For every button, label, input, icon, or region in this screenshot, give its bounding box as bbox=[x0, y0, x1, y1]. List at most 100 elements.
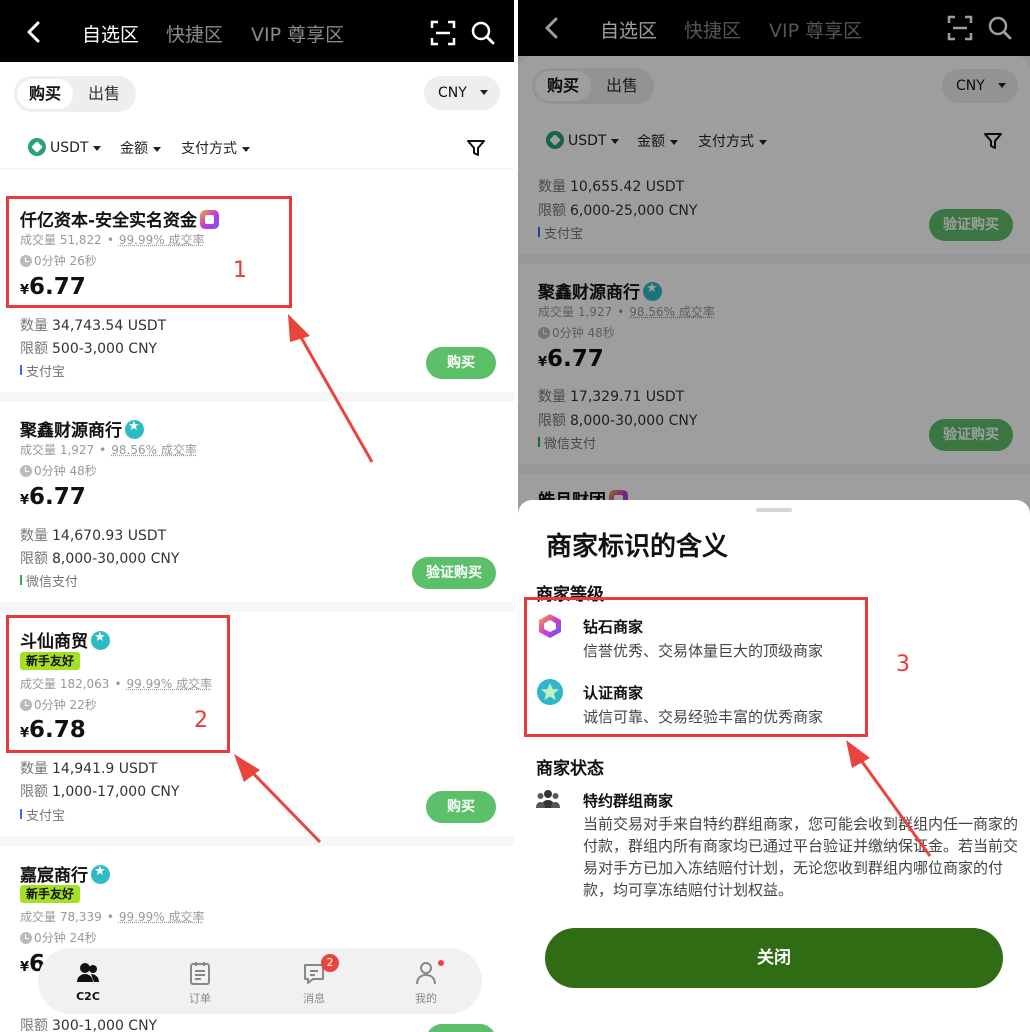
verify-buy-button[interactable]: 验证购买 bbox=[412, 557, 496, 589]
payment-filter-label: 支付方式 bbox=[181, 141, 237, 157]
annotation-box-3 bbox=[524, 597, 868, 737]
certified-merchant-icon bbox=[125, 419, 144, 439]
order-list-icon bbox=[190, 962, 210, 985]
payment-method: 微信支付 bbox=[20, 571, 78, 590]
group-merchant-name: 特约群组商家 bbox=[583, 792, 674, 810]
tab-c2c[interactable]: C2C bbox=[48, 948, 128, 1014]
price-value: 6.77 bbox=[29, 484, 86, 510]
merchant-stats: 成交量 78,339 • 99.99% 成交率 bbox=[20, 910, 205, 924]
sheet-title: 商家标识的含义 bbox=[546, 532, 729, 562]
currency-symbol: ¥ bbox=[20, 960, 30, 975]
buy-button[interactable]: 购买 bbox=[426, 347, 496, 379]
annotation-number-3: 3 bbox=[896, 652, 910, 677]
divider bbox=[0, 836, 514, 846]
tab-favorites[interactable]: 自选区 bbox=[82, 20, 139, 47]
quantity-value: 34,743.54 USDT bbox=[52, 318, 167, 334]
price: ¥6.77 bbox=[20, 484, 86, 510]
tab-messages[interactable]: 2 消息 bbox=[274, 948, 354, 1014]
buy-tab[interactable]: 购买 bbox=[17, 79, 73, 109]
drag-handle[interactable] bbox=[756, 508, 792, 512]
limit-label: 限额 bbox=[20, 1018, 48, 1032]
tab-quick[interactable]: 快捷区 bbox=[166, 20, 223, 47]
currency-symbol: ¥ bbox=[20, 493, 30, 508]
tab-label: 消息 bbox=[303, 992, 325, 1005]
chevron-down-icon bbox=[480, 90, 488, 95]
buy-sell-toggle: 购买 出售 bbox=[14, 76, 136, 112]
users-icon bbox=[77, 963, 99, 982]
limit-row: 限额 1,000-17,000 CNY bbox=[20, 781, 179, 801]
limit-value: 300-1,000 CNY bbox=[52, 1018, 158, 1032]
quantity-label: 数量 bbox=[20, 528, 48, 544]
release-time: 0分钟 48秒 bbox=[20, 462, 97, 479]
buy-button[interactable] bbox=[426, 1024, 496, 1032]
buy-button[interactable]: 购买 bbox=[426, 791, 496, 823]
merchant-name[interactable]: 聚鑫财源商行 bbox=[20, 416, 144, 441]
notification-dot bbox=[438, 960, 444, 966]
limit-label: 限额 bbox=[20, 551, 48, 567]
left-screen: 自选区 快捷区 VIP 尊享区 购买 出售 CNY USDT 金额 支付方式 仟… bbox=[0, 0, 514, 1032]
close-button[interactable]: 关闭 bbox=[545, 928, 1003, 988]
search-icon[interactable] bbox=[470, 20, 496, 46]
filter-funnel-icon[interactable] bbox=[466, 138, 486, 158]
annotation-number-1: 1 bbox=[233, 258, 247, 283]
currency-select[interactable]: CNY bbox=[424, 76, 500, 110]
merchant-name-text: 嘉宸商行 bbox=[20, 866, 88, 886]
currency-label: CNY bbox=[438, 85, 467, 101]
payment-filter[interactable]: 支付方式 bbox=[181, 138, 250, 158]
merchant-badge-info-sheet: 商家标识的含义 商家等级 钻石商家 信誉优秀、交易体量巨大的顶级商家 认证商家 … bbox=[518, 500, 1030, 1032]
release-time-text: 0分钟 48秒 bbox=[34, 464, 97, 478]
quantity-row: 数量 14,670.93 USDT bbox=[20, 525, 166, 545]
amount-filter-label: 金额 bbox=[120, 141, 148, 157]
annotation-box-1 bbox=[6, 196, 292, 308]
limit-row: 限额 8,000-30,000 CNY bbox=[20, 548, 179, 568]
trade-count: 成交量 78,339 bbox=[20, 910, 102, 924]
limit-row: 限额 300-1,000 CNY bbox=[20, 1015, 157, 1032]
chevron-down-icon bbox=[153, 146, 161, 152]
quantity-value: 14,941.9 USDT bbox=[52, 761, 158, 777]
merchant-stats: 成交量 1,927 • 98.56% 成交率 bbox=[20, 443, 197, 457]
tab-label: C2C bbox=[76, 990, 100, 1003]
merchant-status-heading: 商家状态 bbox=[536, 759, 604, 779]
clock-icon bbox=[20, 465, 32, 477]
group-users-icon bbox=[536, 790, 560, 808]
divider bbox=[0, 168, 514, 170]
tab-profile[interactable]: 我的 bbox=[386, 948, 466, 1014]
limit-label: 限额 bbox=[20, 341, 48, 357]
quantity-label: 数量 bbox=[20, 761, 48, 777]
payment-method: 支付宝 bbox=[20, 361, 65, 380]
bottom-tab-bar: C2C 订单 2 消息 我的 bbox=[38, 948, 482, 1014]
quantity-value: 14,670.93 USDT bbox=[52, 528, 167, 544]
limit-label: 限额 bbox=[20, 784, 48, 800]
divider bbox=[0, 602, 514, 612]
quantity-label: 数量 bbox=[20, 318, 48, 334]
usdt-icon bbox=[28, 138, 46, 156]
user-icon bbox=[416, 962, 436, 985]
completion-rate: 98.56% 成交率 bbox=[111, 443, 197, 457]
right-screen: 自选区 快捷区 VIP 尊享区 购买 出售 CNY USDT 金额 支付方式 数… bbox=[518, 0, 1030, 1032]
clock-icon bbox=[20, 932, 32, 944]
unread-count-badge: 2 bbox=[321, 954, 339, 972]
trade-count: 成交量 1,927 bbox=[20, 443, 95, 457]
merchant-name[interactable]: 嘉宸商行 bbox=[20, 861, 110, 886]
chevron-down-icon bbox=[242, 146, 250, 152]
back-arrow-icon[interactable] bbox=[22, 18, 46, 46]
certified-merchant-icon bbox=[91, 864, 110, 884]
quantity-row: 数量 34,743.54 USDT bbox=[20, 315, 166, 335]
coin-filter[interactable]: USDT bbox=[28, 138, 102, 156]
merchant-name-text: 聚鑫财源商行 bbox=[20, 421, 122, 441]
release-time: 0分钟 24秒 bbox=[20, 929, 97, 946]
limit-value: 1,000-17,000 CNY bbox=[52, 784, 180, 800]
divider bbox=[0, 392, 514, 402]
release-time-text: 0分钟 24秒 bbox=[34, 931, 97, 945]
amount-filter[interactable]: 金额 bbox=[120, 138, 161, 158]
quantity-row: 数量 14,941.9 USDT bbox=[20, 758, 157, 778]
group-merchant-desc: 当前交易对手来自特约群组商家，您可能会收到群组内任一商家的付款，群组内所有商家均… bbox=[583, 815, 1019, 899]
scan-icon[interactable] bbox=[430, 20, 456, 46]
chevron-down-icon bbox=[93, 145, 102, 151]
tab-orders[interactable]: 订单 bbox=[160, 948, 240, 1014]
tab-vip[interactable]: VIP 尊享区 bbox=[251, 20, 344, 47]
tab-label: 订单 bbox=[189, 992, 211, 1005]
top-nav-bar: 自选区 快捷区 VIP 尊享区 bbox=[0, 0, 514, 62]
sell-tab[interactable]: 出售 bbox=[88, 76, 120, 112]
newbie-friendly-tag: 新手友好 bbox=[20, 885, 81, 903]
